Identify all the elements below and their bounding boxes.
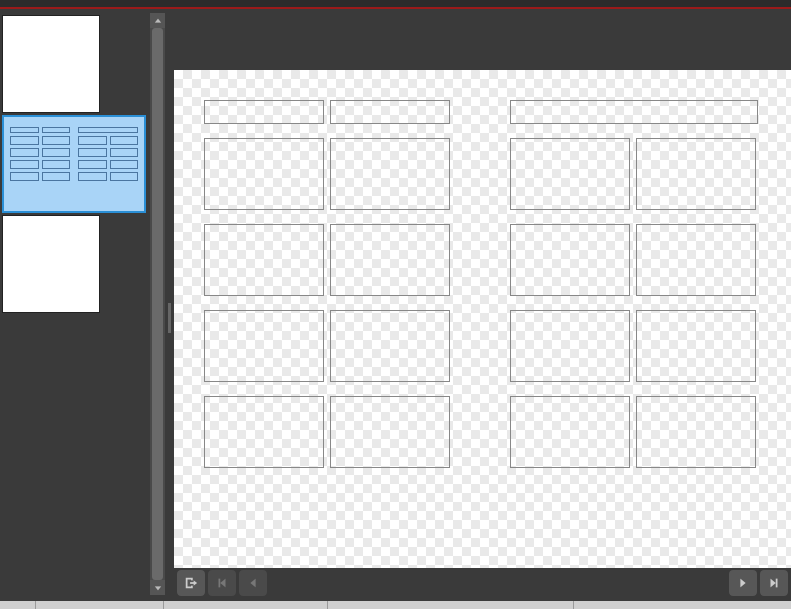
table-cell (204, 224, 324, 296)
table-cell (204, 100, 324, 124)
export-button[interactable] (177, 570, 205, 596)
scroll-down-button[interactable] (150, 580, 165, 595)
export-icon (184, 576, 198, 590)
table-cell (636, 138, 756, 210)
scrollbar-track[interactable] (150, 28, 165, 580)
sidebar-scrollbar (150, 13, 165, 595)
table-cell (204, 396, 324, 468)
status-cell (36, 601, 164, 609)
navigation-toolbar (174, 568, 791, 598)
table-cell (510, 396, 630, 468)
table-left (204, 100, 450, 568)
page-content (204, 100, 791, 568)
thumbnail-list (0, 13, 150, 595)
first-page-icon (215, 576, 229, 590)
table-cell (330, 396, 450, 468)
chevron-right-icon (736, 576, 750, 590)
page-thumbnail-2-selected[interactable] (2, 115, 146, 213)
status-bar (0, 601, 791, 609)
table-cell (330, 310, 450, 382)
status-cell (574, 601, 791, 609)
table-right (510, 100, 758, 568)
table-cell (330, 138, 450, 210)
last-page-button[interactable] (760, 570, 788, 596)
preview-canvas[interactable] (174, 13, 791, 568)
table-cell (510, 138, 630, 210)
first-page-button[interactable] (208, 570, 236, 596)
chevron-down-icon (154, 584, 162, 592)
table-cell (330, 100, 450, 124)
table-cell (510, 100, 758, 124)
thumbnail-preview-table-right (78, 127, 138, 201)
status-cell (0, 601, 36, 609)
chevron-left-icon (246, 576, 260, 590)
page-thumbnail-1[interactable] (2, 15, 100, 113)
table-cell (636, 396, 756, 468)
table-cell (204, 138, 324, 210)
table-cell (510, 224, 630, 296)
thumbnail-preview-table-left (10, 127, 70, 201)
table-cell (204, 310, 324, 382)
sidebar-splitter[interactable] (165, 13, 174, 595)
thumbnail-sidebar (0, 13, 165, 595)
table-cell (636, 310, 756, 382)
scrollbar-thumb[interactable] (152, 28, 163, 580)
table-cell (330, 224, 450, 296)
previous-page-button[interactable] (239, 570, 267, 596)
page-thumbnail-3[interactable] (2, 215, 100, 313)
canvas-ruler-area (174, 13, 791, 70)
table-cell (636, 224, 756, 296)
next-page-button[interactable] (729, 570, 757, 596)
table-cell (510, 310, 630, 382)
page-preview (174, 70, 791, 568)
status-cell (164, 601, 328, 609)
chevron-up-icon (154, 17, 162, 25)
status-cell (328, 601, 574, 609)
title-bar-accent (0, 0, 791, 9)
splitter-grip-icon (168, 303, 171, 333)
scroll-up-button[interactable] (150, 13, 165, 28)
last-page-icon (767, 576, 781, 590)
